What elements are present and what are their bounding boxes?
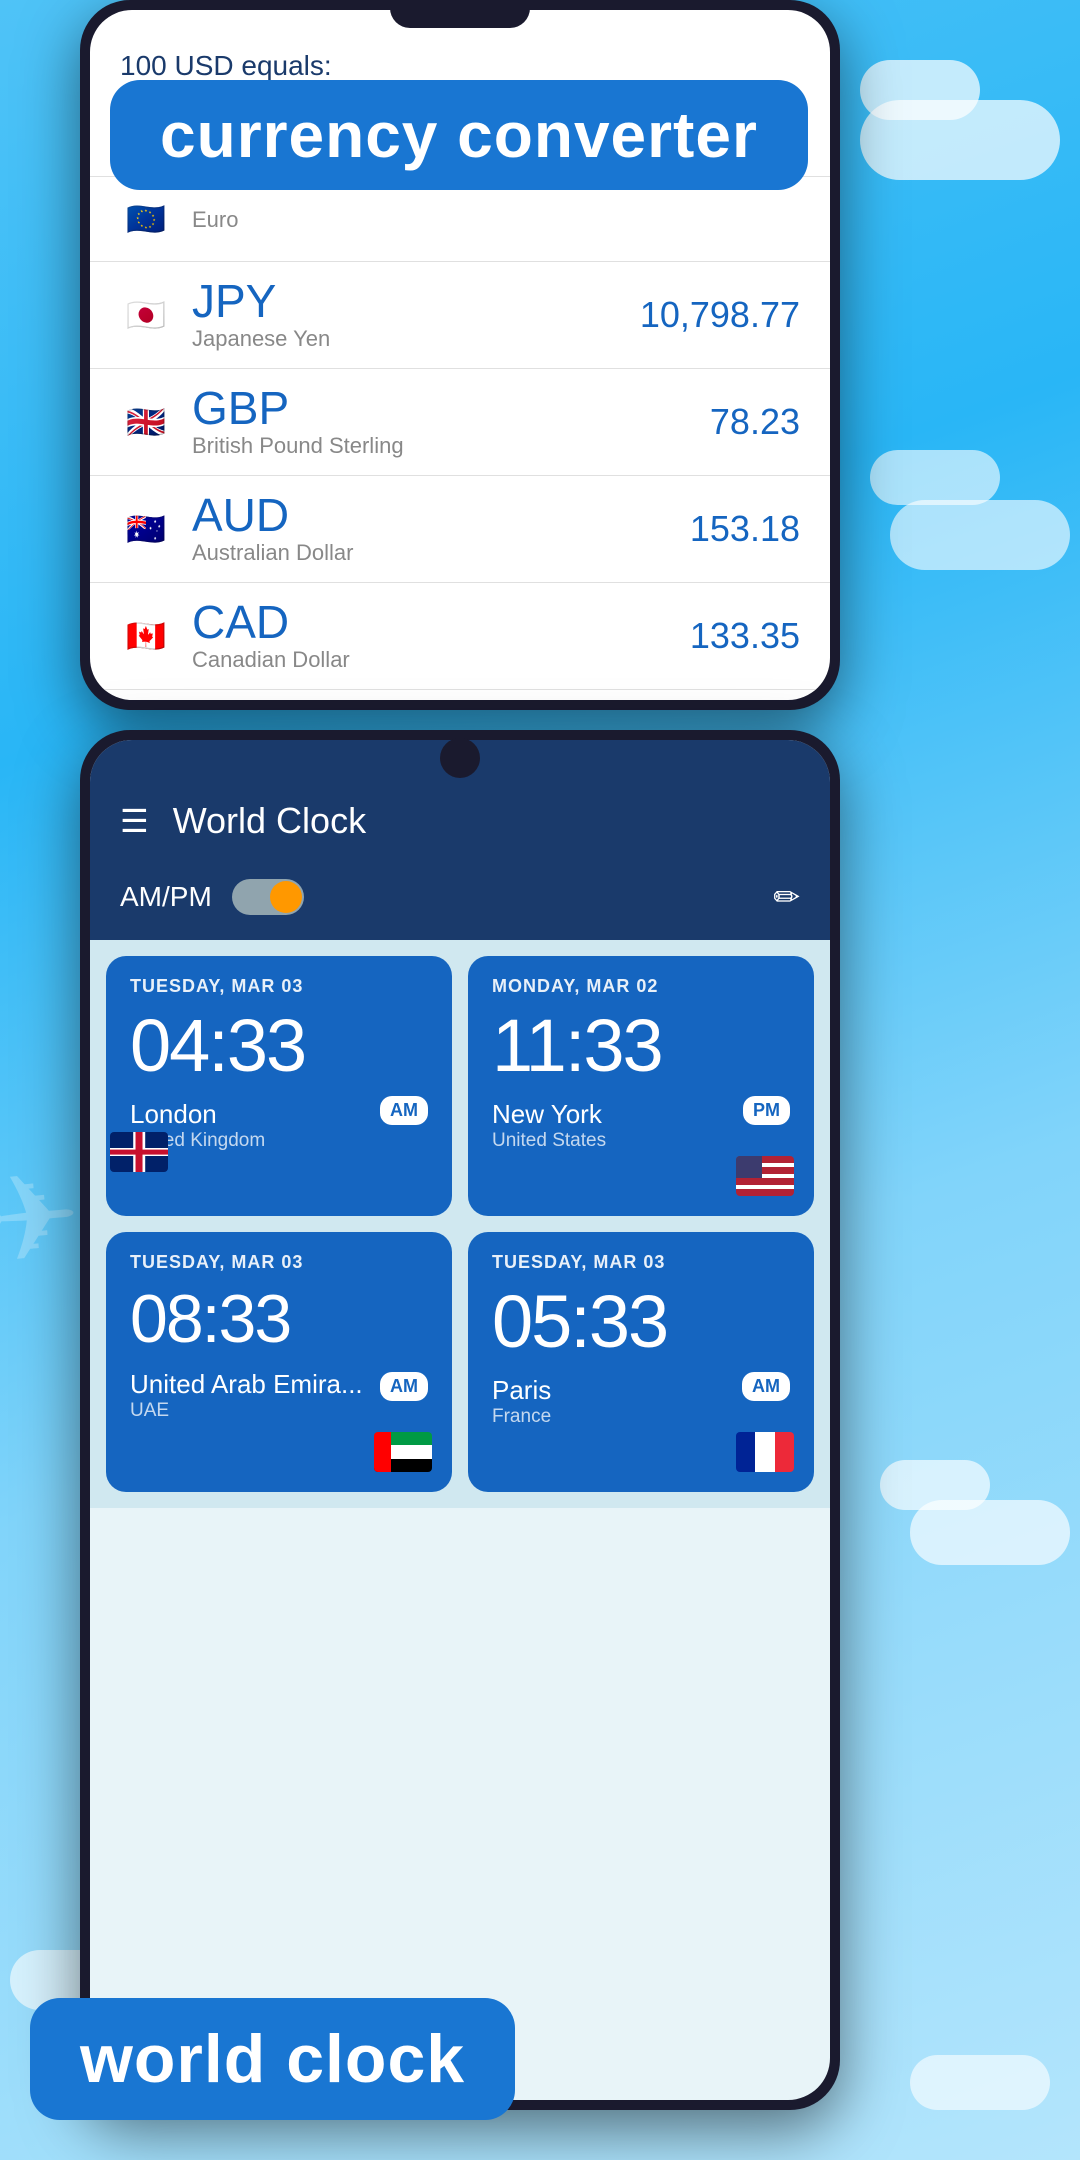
clock-card-london[interactable]: TUESDAY, MAR 03 04:33 AM London United K… bbox=[106, 956, 452, 1216]
france-flag-white bbox=[755, 1432, 774, 1472]
gbp-name: British Pound Sterling bbox=[192, 433, 710, 459]
edit-icon[interactable]: ✏ bbox=[773, 878, 800, 916]
aud-name: Australian Dollar bbox=[192, 540, 690, 566]
aud-value: 153.18 bbox=[690, 508, 800, 550]
cad-code: CAD bbox=[192, 599, 690, 645]
aud-flag: 🇦🇺 bbox=[120, 503, 172, 555]
worldclock-title: World Clock bbox=[173, 800, 800, 842]
uae-ampm: AM bbox=[380, 1372, 428, 1401]
toggle-thumb bbox=[270, 881, 302, 913]
phone-bottom-screen: ☰ World Clock AM/PM ✏ TUESDAY, MAR 03 04… bbox=[90, 740, 830, 2100]
gbp-code: GBP bbox=[192, 385, 710, 431]
cad-flag: 🇨🇦 bbox=[120, 610, 172, 662]
currency-item-gbp[interactable]: 🇬🇧 GBP British Pound Sterling 78.23 bbox=[90, 369, 830, 476]
paris-time: 05:33 bbox=[492, 1285, 790, 1359]
jpy-info: JPY Japanese Yen bbox=[192, 278, 640, 352]
gbp-info: GBP British Pound Sterling bbox=[192, 385, 710, 459]
clock-card-newyork[interactable]: MONDAY, MAR 02 11:33 PM New York United … bbox=[468, 956, 814, 1216]
cad-name: Canadian Dollar bbox=[192, 647, 690, 673]
gbp-value: 78.23 bbox=[710, 401, 800, 443]
newyork-country: United States bbox=[492, 1130, 790, 1152]
worldclock-subheader: AM/PM ✏ bbox=[90, 862, 830, 940]
newyork-date: MONDAY, MAR 02 bbox=[492, 976, 790, 997]
aud-code: AUD bbox=[192, 492, 690, 538]
phone-bottom-notch bbox=[440, 738, 480, 778]
eur-flag: 🇪🇺 bbox=[120, 193, 172, 245]
jpy-flag: 🇯🇵 bbox=[120, 289, 172, 341]
ampm-toggle[interactable] bbox=[232, 879, 304, 915]
uae-flag bbox=[374, 1432, 432, 1472]
currency-item-aud[interactable]: 🇦🇺 AUD Australian Dollar 153.18 bbox=[90, 476, 830, 583]
paris-flag bbox=[736, 1432, 794, 1472]
cad-value: 133.35 bbox=[690, 615, 800, 657]
ampm-label: AM/PM bbox=[120, 881, 212, 913]
jpy-code: JPY bbox=[192, 278, 640, 324]
clock-grid: TUESDAY, MAR 03 04:33 AM London United K… bbox=[90, 940, 830, 1508]
phone-worldclock: ☰ World Clock AM/PM ✏ TUESDAY, MAR 03 04… bbox=[80, 730, 840, 2110]
gbp-flag: 🇬🇧 bbox=[120, 396, 172, 448]
london-time: 04:33 bbox=[130, 1009, 428, 1083]
eur-name: Euro bbox=[192, 207, 800, 233]
paris-country: France bbox=[492, 1406, 790, 1428]
clock-card-paris[interactable]: TUESDAY, MAR 03 05:33 AM Paris France bbox=[468, 1232, 814, 1492]
uae-date: TUESDAY, MAR 03 bbox=[130, 1252, 428, 1273]
currency-item-jpy[interactable]: 🇯🇵 JPY Japanese Yen 10,798.77 bbox=[90, 262, 830, 369]
currency-converter-label: currency converter bbox=[110, 80, 808, 190]
newyork-flag bbox=[736, 1156, 794, 1196]
jpy-name: Japanese Yen bbox=[192, 326, 640, 352]
london-date: TUESDAY, MAR 03 bbox=[130, 976, 428, 997]
worldclock-label: world clock bbox=[30, 1998, 515, 2120]
london-country: United Kingdom bbox=[130, 1130, 428, 1152]
paris-ampm: AM bbox=[742, 1372, 790, 1401]
currency-item-cad[interactable]: 🇨🇦 CAD Canadian Dollar 133.35 bbox=[90, 583, 830, 690]
cad-info: CAD Canadian Dollar bbox=[192, 599, 690, 673]
flag-cross-horizontal bbox=[110, 1150, 168, 1155]
phone-top-notch bbox=[390, 0, 530, 28]
eur-info: Euro bbox=[192, 205, 800, 233]
clock-card-uae[interactable]: TUESDAY, MAR 03 08:33 AM United Arab Emi… bbox=[106, 1232, 452, 1492]
paris-date: TUESDAY, MAR 03 bbox=[492, 1252, 790, 1273]
jpy-value: 10,798.77 bbox=[640, 294, 800, 336]
newyork-time: 11:33 bbox=[492, 1009, 790, 1083]
london-flag bbox=[110, 1132, 168, 1172]
hamburger-menu-icon[interactable]: ☰ bbox=[120, 802, 149, 840]
france-flag-red bbox=[775, 1432, 794, 1472]
newyork-ampm: PM bbox=[743, 1096, 790, 1125]
uae-country: UAE bbox=[130, 1400, 428, 1422]
france-flag-blue bbox=[736, 1432, 755, 1472]
aud-info: AUD Australian Dollar bbox=[192, 492, 690, 566]
uae-time: 08:33 bbox=[130, 1285, 428, 1353]
london-ampm: AM bbox=[380, 1096, 428, 1125]
